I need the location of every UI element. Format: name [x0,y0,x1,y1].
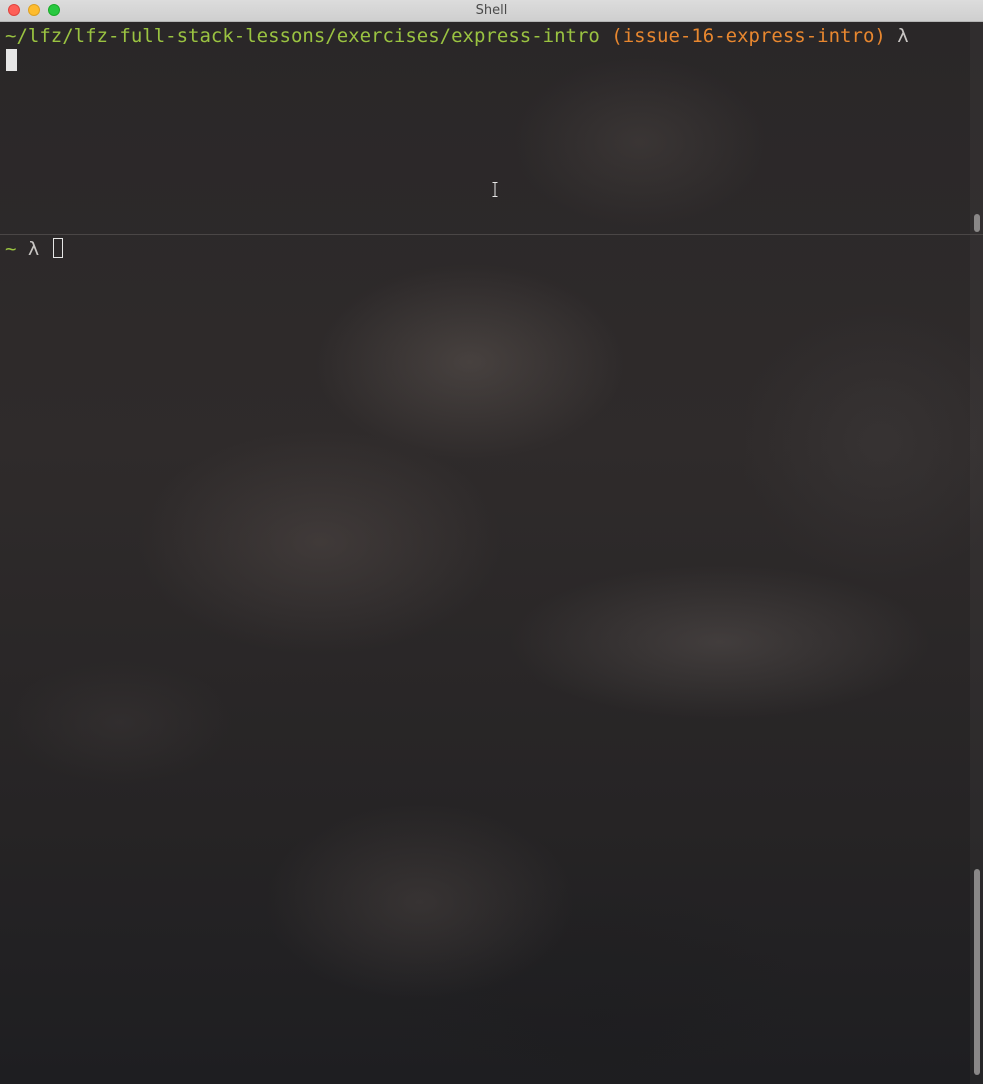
terminal-pane-top[interactable]: ~/lfz/lfz-full-stack-lessons/exercises/e… [0,22,970,234]
scrollbar-thumb[interactable] [974,869,980,1075]
title-bar[interactable]: Shell [0,0,983,22]
window-title: Shell [475,3,508,18]
prompt-path: ~ [5,238,17,260]
scrollbar-top[interactable] [970,22,983,234]
prompt-line-bottom: ~ λ [5,237,39,261]
scrollbar-bottom[interactable] [970,235,983,1084]
text-cursor-active [6,49,17,71]
terminal-pane-bottom[interactable]: ~ λ [0,235,970,1084]
ibeam-cursor-icon [492,182,498,197]
terminal-window: Shell ~/lfz/lfz-full-stack-lessons/exerc… [0,0,983,1084]
prompt-path: ~/lfz/lfz-full-stack-lessons/exercises/e… [5,25,600,47]
scrollbar-thumb[interactable] [974,214,980,232]
git-branch: (issue-16-express-intro) [611,25,886,47]
prompt-symbol: λ [27,238,40,260]
text-cursor-inactive [53,238,63,258]
prompt-symbol: λ [897,25,909,47]
prompt-line-top: ~/lfz/lfz-full-stack-lessons/exercises/e… [5,24,909,48]
